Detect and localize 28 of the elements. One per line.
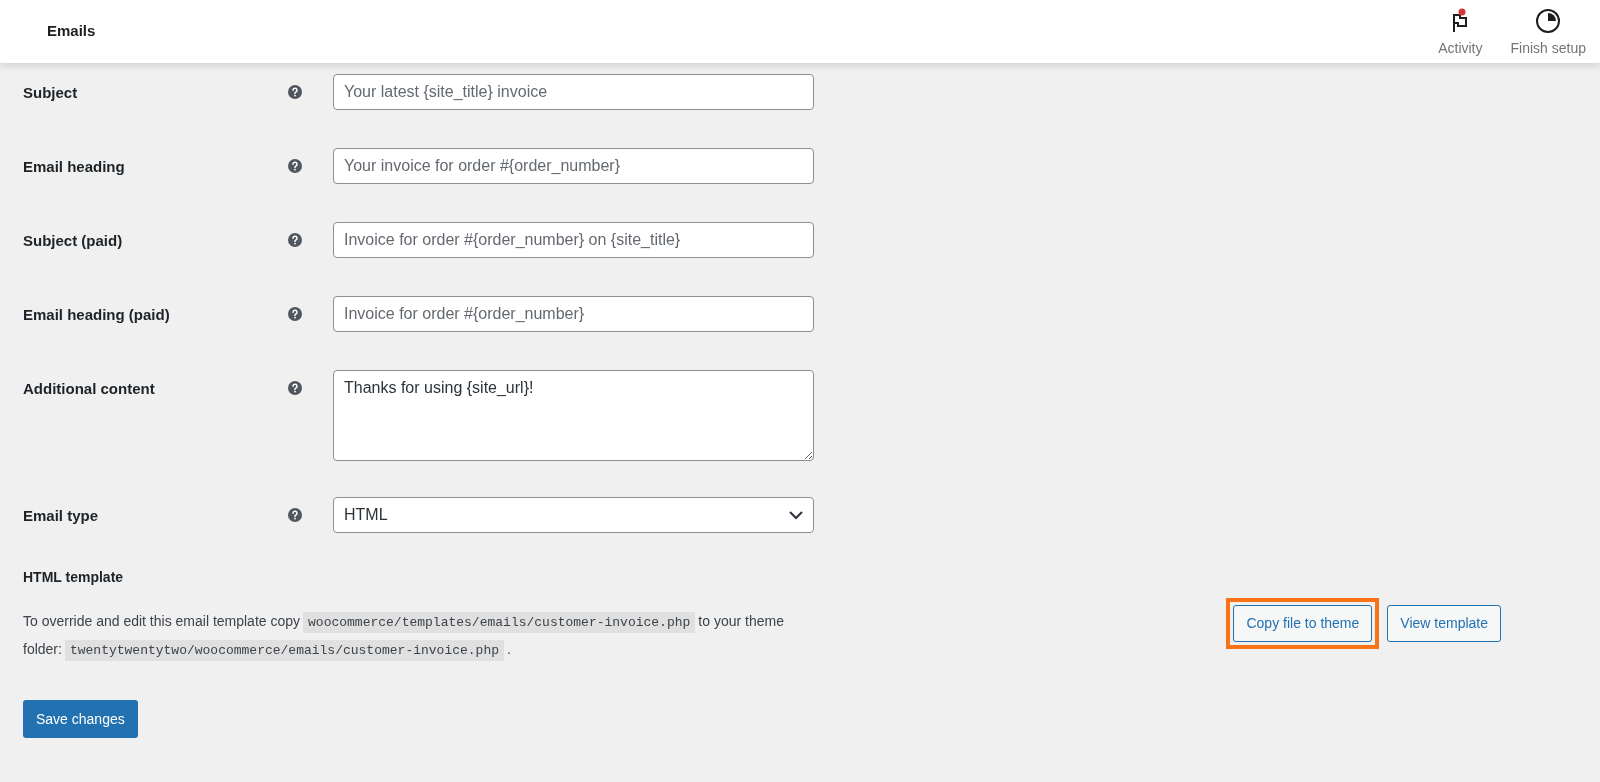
chevron-down-icon [789,510,803,520]
text-input-field[interactable]: Your invoice for order #{order_number} [333,148,814,184]
progress-circle-icon [1535,7,1562,34]
text-input-field[interactable]: Your latest {site_title} invoice [333,74,814,110]
select-field[interactable]: HTML [333,497,814,533]
header-action-button[interactable]: Finish setup [1496,4,1600,59]
template-description: To override and edit this email template copy woocommerce/templates/emails/customer-invoice.php to your theme folder: twentytwentytwo/woocommerce/emails/customer-invoice.php . [23,608,963,664]
section-title: HTML template [23,568,125,587]
field-label: Subject [23,83,79,103]
help-icon [288,159,302,173]
field-label: Subject (paid) [23,231,124,251]
help-icon [288,307,302,321]
field-label: Email heading (paid) [23,305,171,325]
textarea-field[interactable]: Thanks for using {site_url}! [333,370,814,461]
secondary-button[interactable]: Copy file to theme [1233,605,1373,642]
secondary-button[interactable]: View template [1387,605,1501,642]
field-label: Email heading [23,157,126,177]
page-title: Emails [47,21,96,42]
help-icon [288,381,302,395]
field-label: Email type [23,506,100,526]
help-icon [288,233,302,247]
help-icon [288,85,302,99]
text-input-field[interactable]: Invoice for order #{order_number} on {site_title} [333,222,814,258]
save-button[interactable]: Save changes [23,700,138,738]
text-input-field[interactable]: Invoice for order #{order_number} [333,296,814,332]
header-action-button[interactable]: Activity [1424,4,1497,59]
help-icon [288,508,302,522]
field-label: Additional content [23,379,156,399]
